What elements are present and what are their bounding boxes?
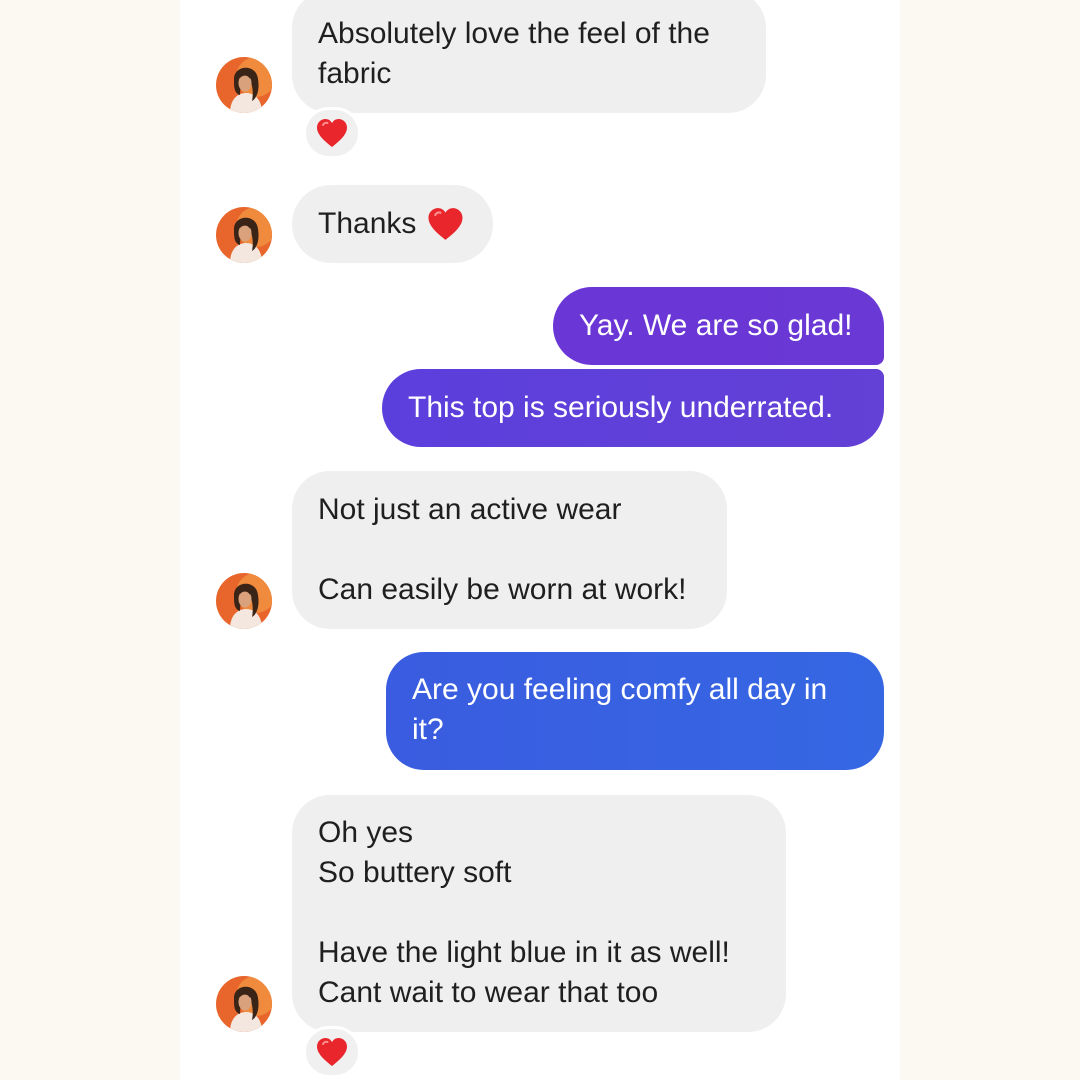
message-bubble-outgoing[interactable]: Are you feeling comfy all day in it? xyxy=(386,652,884,770)
avatar-image xyxy=(216,207,272,263)
avatar[interactable] xyxy=(216,207,272,263)
avatar[interactable] xyxy=(216,976,272,1032)
heart-icon xyxy=(316,118,348,148)
message-bubble-incoming[interactable]: Thanks xyxy=(292,185,493,263)
message-bubble-outgoing[interactable]: Yay. We are so glad! xyxy=(553,287,884,365)
message-bubble-incoming[interactable]: Not just an active wear Can easily be wo… xyxy=(292,471,727,629)
message-bubble-incoming[interactable]: Absolutely love the feel of the fabric xyxy=(292,0,766,113)
message-bubble-outgoing[interactable]: This top is seriously underrated. xyxy=(382,369,884,447)
heart-icon xyxy=(316,1037,348,1067)
avatar-image xyxy=(216,976,272,1032)
avatar[interactable] xyxy=(216,573,272,629)
message-bubble-incoming[interactable]: Oh yes So buttery soft Have the light bl… xyxy=(292,795,786,1032)
message-text: Thanks xyxy=(318,207,417,240)
heart-icon xyxy=(427,207,464,241)
reaction-badge[interactable] xyxy=(303,1026,361,1078)
avatar[interactable] xyxy=(216,57,272,113)
avatar-image xyxy=(216,57,272,113)
reaction-badge[interactable] xyxy=(303,107,361,159)
avatar-image xyxy=(216,573,272,629)
